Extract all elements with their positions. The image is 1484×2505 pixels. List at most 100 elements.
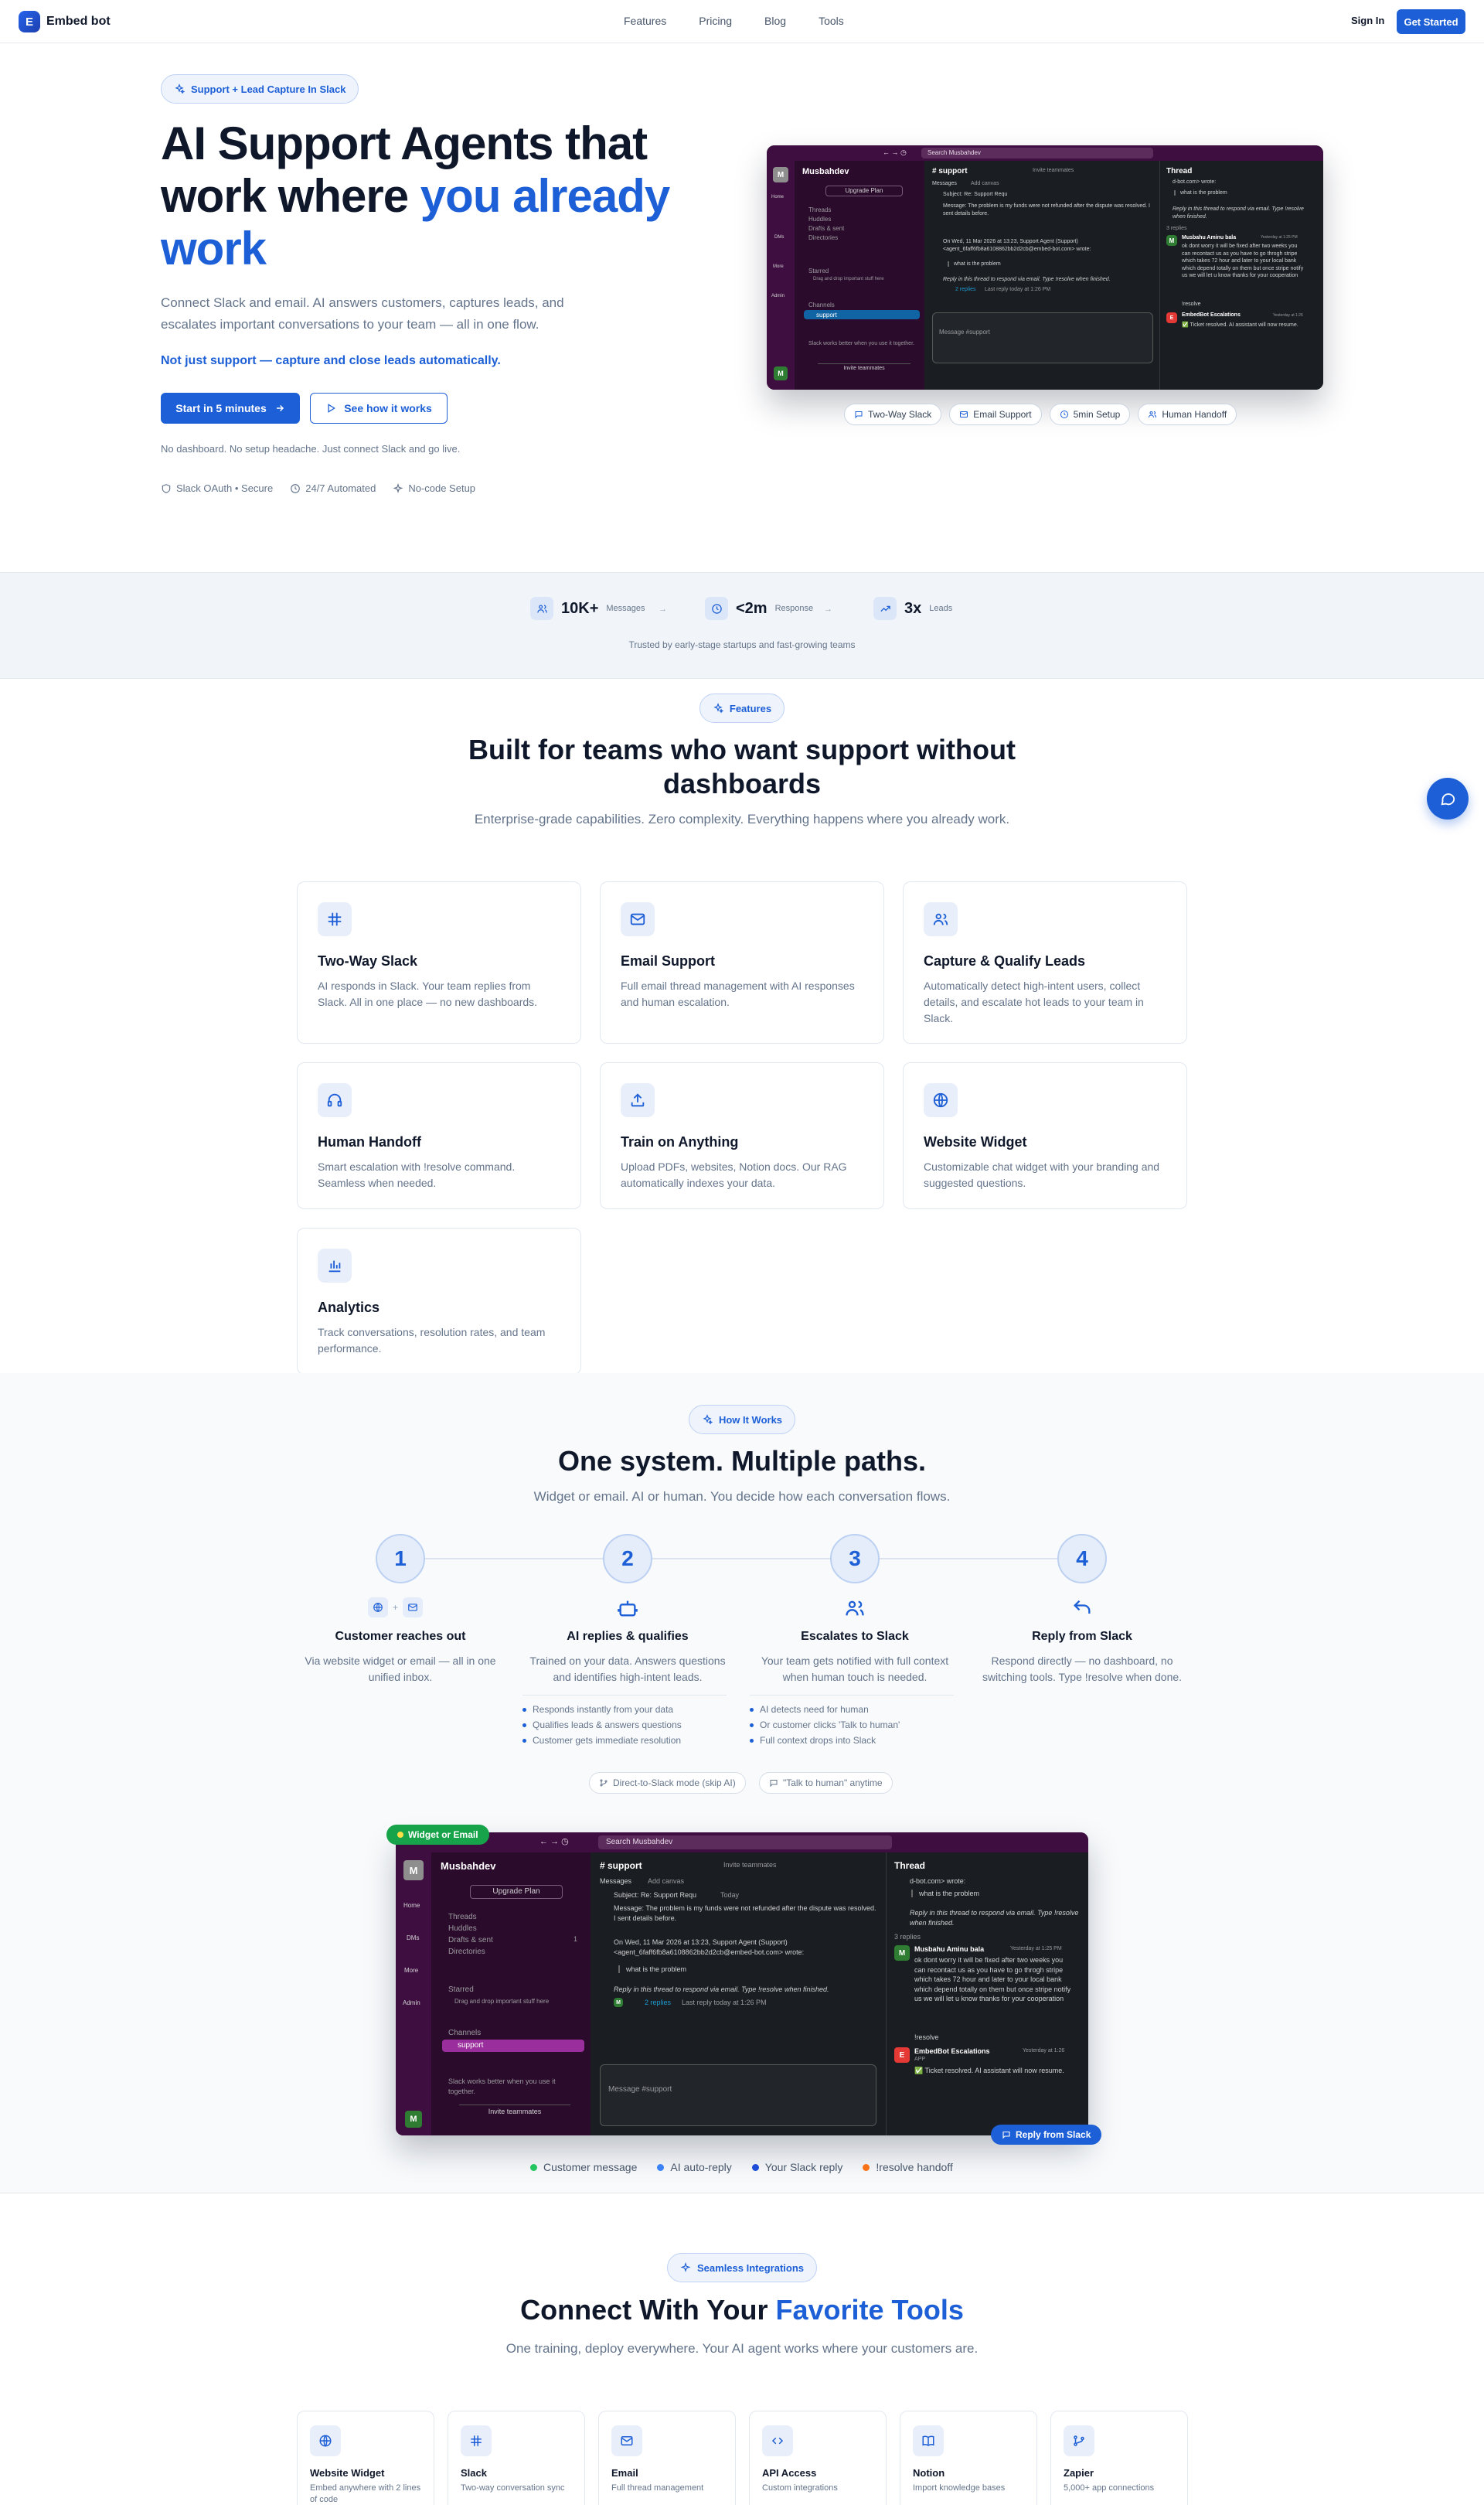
slack-search[interactable]: Search Musbahdev <box>598 1835 892 1849</box>
thread-replies-count: 3 replies <box>894 1933 921 1941</box>
rail-admin[interactable]: Admin <box>403 1999 420 2006</box>
nav-threads[interactable]: Threads <box>448 1911 493 1923</box>
channels-section[interactable]: Channels <box>808 302 835 308</box>
feature-title: Two-Way Slack <box>318 953 418 969</box>
feature-card-capture-leads[interactable]: Capture & Qualify Leads Automatically de… <box>903 881 1187 1044</box>
nav-huddles[interactable]: Huddles <box>808 215 844 224</box>
slack-search[interactable]: Search Musbahdev <box>921 148 1153 158</box>
user-avatar[interactable]: M <box>405 2111 422 2128</box>
feature-card-analytics[interactable]: Analytics Track conversations, resolutio… <box>297 1228 581 1375</box>
integrations-title-a: Connect With Your <box>520 2294 776 2326</box>
nav-links: Features Pricing Blog Tools <box>624 15 844 27</box>
nav-drafts[interactable]: Drafts & sent <box>808 224 844 233</box>
msg-replies-link[interactable]: 2 replies <box>645 1999 671 2006</box>
feature-desc: Track conversations, resolution rates, a… <box>318 1326 546 1355</box>
integration-card-slack[interactable]: Slack Two-way conversation sync <box>448 2411 585 2505</box>
nav-directories[interactable]: Directories <box>808 233 844 243</box>
integration-card-email[interactable]: Email Full thread management <box>598 2411 736 2505</box>
chip-two-way-slack: Two-Way Slack <box>844 404 942 425</box>
start-button[interactable]: Start in 5 minutes <box>161 393 300 424</box>
invite-teammates-button[interactable]: Invite teammates <box>818 363 910 373</box>
integration-card-api[interactable]: API Access Custom integrations <box>749 2411 887 2505</box>
direct-to-slack-pill[interactable]: Direct-to-Slack mode (skip AI) <box>589 1772 746 1794</box>
msg-replies-link[interactable]: 2 replies <box>955 287 975 292</box>
rail-dms[interactable]: DMs <box>774 235 784 240</box>
step1-icons: + <box>368 1597 424 1617</box>
tab-add-canvas[interactable]: Add canvas <box>971 181 999 186</box>
channels-section[interactable]: Channels <box>448 2029 481 2037</box>
msg-last-reply: Last reply today at 1:26 PM <box>682 1999 767 2006</box>
rail-dms[interactable]: DMs <box>407 1934 419 1941</box>
rail-home[interactable]: Home <box>403 1902 420 1909</box>
bot-avatar: E <box>894 2047 910 2063</box>
nav-link-pricing[interactable]: Pricing <box>699 15 732 27</box>
integration-card-notion[interactable]: Notion Import knowledge bases <box>900 2411 1037 2505</box>
workspace-avatar[interactable]: M <box>773 167 788 182</box>
bar-chart-icon <box>318 1249 352 1283</box>
trending-up-icon <box>873 597 897 620</box>
starred-section[interactable]: Starred <box>448 1985 474 1994</box>
integration-card-widget[interactable]: Website Widget Embed anywhere with 2 lin… <box>297 2411 434 2505</box>
message-composer[interactable]: Message #support <box>600 2064 876 2126</box>
rail-more[interactable]: More <box>773 264 784 269</box>
bot-text: ✅ Ticket resolved. AI assistant will now… <box>1182 322 1298 328</box>
nav-link-features[interactable]: Features <box>624 15 666 27</box>
tab-messages[interactable]: Messages <box>600 1877 631 1885</box>
rail-home[interactable]: Home <box>771 195 784 199</box>
user-avatar[interactable]: M <box>774 366 788 380</box>
chat-icon <box>1002 2131 1010 2139</box>
nav-directories[interactable]: Directories <box>448 1946 493 1958</box>
slack-icon <box>318 902 352 936</box>
channel-invite[interactable]: Invite teammates <box>723 1861 777 1869</box>
chip-label: 5min Setup <box>1073 409 1121 420</box>
talk-to-human-pill[interactable]: "Talk to human" anytime <box>759 1772 893 1794</box>
tab-add-canvas[interactable]: Add canvas <box>648 1877 684 1885</box>
feature-card-email-support[interactable]: Email Support Full email thread manageme… <box>600 881 884 1044</box>
nav-huddles[interactable]: Huddles <box>448 1923 493 1934</box>
stat-label: Response <box>774 604 814 613</box>
msg-reply-hint: Reply in this thread to respond via emai… <box>943 277 1111 282</box>
nav-link-tools[interactable]: Tools <box>819 15 844 27</box>
reply-icon <box>1074 1600 1091 1614</box>
globe-icon <box>924 1083 958 1117</box>
tab-messages[interactable]: Messages <box>932 181 957 186</box>
sign-in-link[interactable]: Sign In <box>1351 15 1384 26</box>
workspace-avatar[interactable]: M <box>403 1860 424 1880</box>
channel-support[interactable]: support <box>458 2041 483 2050</box>
channel-invite[interactable]: Invite teammates <box>1033 168 1074 173</box>
starred-hint: Drag and drop important stuff here <box>454 1998 550 2005</box>
feature-card-two-way-slack[interactable]: Two-Way Slack AI responds in Slack. Your… <box>297 881 581 1044</box>
rail-admin[interactable]: Admin <box>771 294 785 298</box>
mail-icon <box>611 2425 642 2456</box>
feature-card-train[interactable]: Train on Anything Upload PDFs, websites,… <box>600 1062 884 1209</box>
chip-5min-setup: 5min Setup <box>1049 404 1131 425</box>
get-started-button[interactable]: Get Started <box>1397 9 1465 34</box>
feature-card-website-widget[interactable]: Website Widget Customizable chat widget … <box>903 1062 1187 1209</box>
see-how-button[interactable]: See how it works <box>310 393 448 424</box>
message-composer[interactable]: Message #support <box>932 312 1153 363</box>
feature-card-human-handoff[interactable]: Human Handoff Smart escalation with !res… <box>297 1062 581 1209</box>
rail-more[interactable]: More <box>404 1967 418 1974</box>
brand-logo[interactable]: E Embed bot <box>19 11 111 32</box>
workspace-name[interactable]: Musbahdev <box>441 1860 496 1872</box>
nav-link-blog[interactable]: Blog <box>764 15 786 27</box>
chat-widget-button[interactable] <box>1427 778 1469 820</box>
workspace-name[interactable]: Musbahdev <box>802 167 849 176</box>
trust-automated-label: 24/7 Automated <box>305 482 376 494</box>
upgrade-plan-button[interactable]: Upgrade Plan <box>470 1885 563 1899</box>
users-icon <box>530 597 553 620</box>
invite-teammates-button[interactable]: Invite teammates <box>459 2105 570 2117</box>
upgrade-plan-button[interactable]: Upgrade Plan <box>825 186 903 196</box>
integrations-title-accent: Favorite Tools <box>775 2294 964 2326</box>
integration-card-zapier[interactable]: Zapier 5,000+ app connections <box>1050 2411 1188 2505</box>
chip-label: Human Handoff <box>1162 409 1227 420</box>
stat-value: 10K+ <box>561 599 599 617</box>
feature-desc: Upload PDFs, websites, Notion docs. Our … <box>621 1160 847 1189</box>
nav-threads[interactable]: Threads <box>808 206 844 215</box>
feature-desc: Automatically detect high-intent users, … <box>924 980 1144 1024</box>
nav-drafts[interactable]: Drafts & sent <box>448 1934 493 1946</box>
channel-support[interactable]: support <box>816 312 837 319</box>
slack-sidebar: Musbahdev Upgrade Plan Threads Huddles D… <box>431 1852 591 2135</box>
slack-channel-pane: # support Invite teammates Messages Add … <box>924 161 1159 390</box>
starred-section[interactable]: Starred <box>808 268 829 274</box>
